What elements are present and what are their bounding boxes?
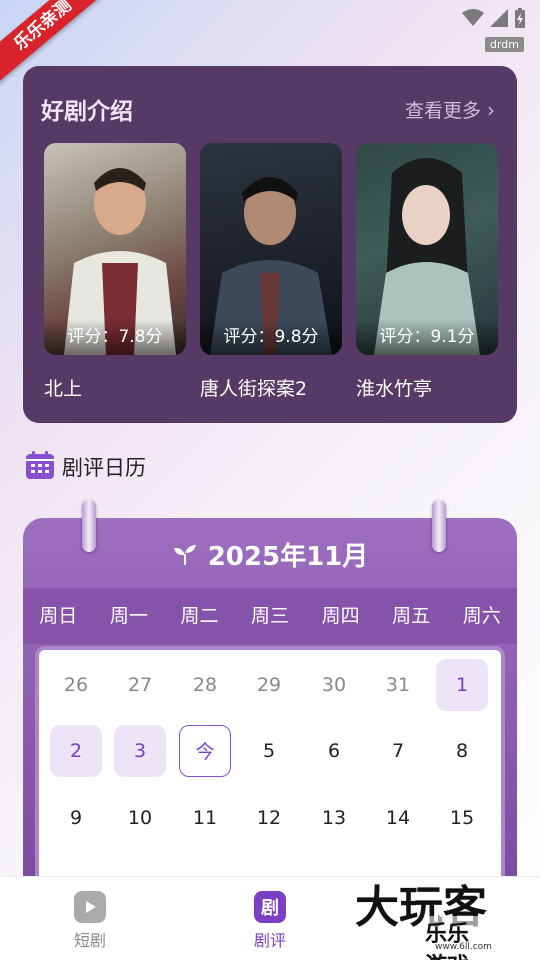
calendar-icon	[26, 451, 54, 479]
drama-score-3: 评分：9.1分	[356, 319, 498, 355]
calendar-day[interactable]: 10	[114, 792, 166, 844]
drama-poster-1[interactable]: 评分：7.8分	[44, 143, 186, 355]
calendar-ring-left	[82, 500, 96, 552]
nav-tab-review[interactable]: 剧 剧评	[240, 891, 300, 951]
nav-tab-label: 剧评	[253, 931, 286, 950]
calendar-day[interactable]: 6	[308, 725, 360, 777]
drama-score-2: 评分：9.8分	[200, 319, 342, 355]
calendar-day[interactable]: 8	[436, 725, 488, 777]
calendar-day-today[interactable]: 今	[179, 725, 231, 777]
calendar-day[interactable]: 7	[372, 725, 424, 777]
calendar-day-highlighted[interactable]: 3	[114, 725, 166, 777]
nav-tab-shortdrama[interactable]: 短剧	[60, 891, 120, 951]
view-more-label: 查看更多	[404, 100, 481, 122]
calendar-day[interactable]: 31	[372, 659, 424, 711]
calendar-day[interactable]: 27	[114, 659, 166, 711]
calendar-day[interactable]: 5	[243, 725, 295, 777]
drama-poster-2[interactable]: 评分：9.8分	[200, 143, 342, 355]
calendar-day[interactable]: 13	[308, 792, 360, 844]
sprout-icon	[173, 544, 196, 565]
calendar-day[interactable]: 28	[179, 659, 231, 711]
signal-icon	[490, 9, 508, 27]
play-icon	[74, 891, 106, 923]
nav-tab-label: 短剧	[73, 931, 106, 950]
calendar-day-highlighted[interactable]: 1	[436, 659, 488, 711]
featured-dramas-card: 好剧介绍 查看更多 › 评分：7.8分 评分：9.8分 评分：9.1分 北上 唐…	[23, 66, 517, 423]
calendar-day[interactable]: 29	[243, 659, 295, 711]
calendar-day-highlighted[interactable]: 2	[50, 725, 102, 777]
calendar-day[interactable]: 12	[243, 792, 295, 844]
status-icons	[462, 8, 526, 28]
wifi-icon	[462, 9, 484, 26]
weekday: 周四	[321, 605, 360, 627]
calendar-day[interactable]: 30	[308, 659, 360, 711]
watermark-url: www.6ll.com	[435, 942, 492, 952]
calendar-card: 2025年11月 周日 周一 周二 周三 周四 周五 周六 26 27 28 2…	[23, 518, 517, 898]
drama-name-1[interactable]: 北上	[44, 374, 82, 401]
view-more-link[interactable]: 查看更多 ›	[405, 96, 495, 123]
weekday: 周日	[39, 605, 78, 627]
chevron-right-icon: ›	[487, 97, 495, 122]
section-title-calendar: 剧评日历	[62, 456, 146, 480]
weekday: 周五	[392, 605, 431, 627]
calendar-day[interactable]: 9	[50, 792, 102, 844]
weekday: 周二	[180, 605, 219, 627]
review-icon: 剧	[254, 891, 286, 923]
drama-name-3[interactable]: 淮水竹亭	[356, 374, 432, 401]
watermark-logo: 大玩客 乐乐游戏 www.6ll.com	[355, 884, 492, 960]
calendar-day[interactable]: 11	[179, 792, 231, 844]
weekday: 周一	[109, 605, 148, 627]
drama-name-2[interactable]: 唐人街探案2	[200, 374, 307, 401]
calendar-day[interactable]: 15	[436, 792, 488, 844]
calendar-month-title: 2025年11月	[207, 542, 369, 572]
weekday: 周三	[251, 605, 290, 627]
battery-icon	[515, 8, 525, 28]
calendar-grid: 26 27 28 29 30 31 1 2 3 今 5 6 7 8 9 10 1…	[35, 646, 505, 898]
watermark-small: 乐乐游戏	[425, 916, 487, 960]
calendar-day[interactable]: 14	[372, 792, 424, 844]
drama-poster-3[interactable]: 评分：9.1分	[356, 143, 498, 355]
calendar-ring-right	[432, 500, 446, 552]
calendar-day[interactable]: 26	[50, 659, 102, 711]
drama-score-1: 评分：7.8分	[44, 319, 186, 355]
featured-title: 好剧介绍	[41, 99, 133, 125]
status-tag: drdm	[484, 37, 524, 52]
weekday: 周六	[462, 605, 501, 627]
weekday-row: 周日 周一 周二 周三 周四 周五 周六	[23, 588, 517, 644]
